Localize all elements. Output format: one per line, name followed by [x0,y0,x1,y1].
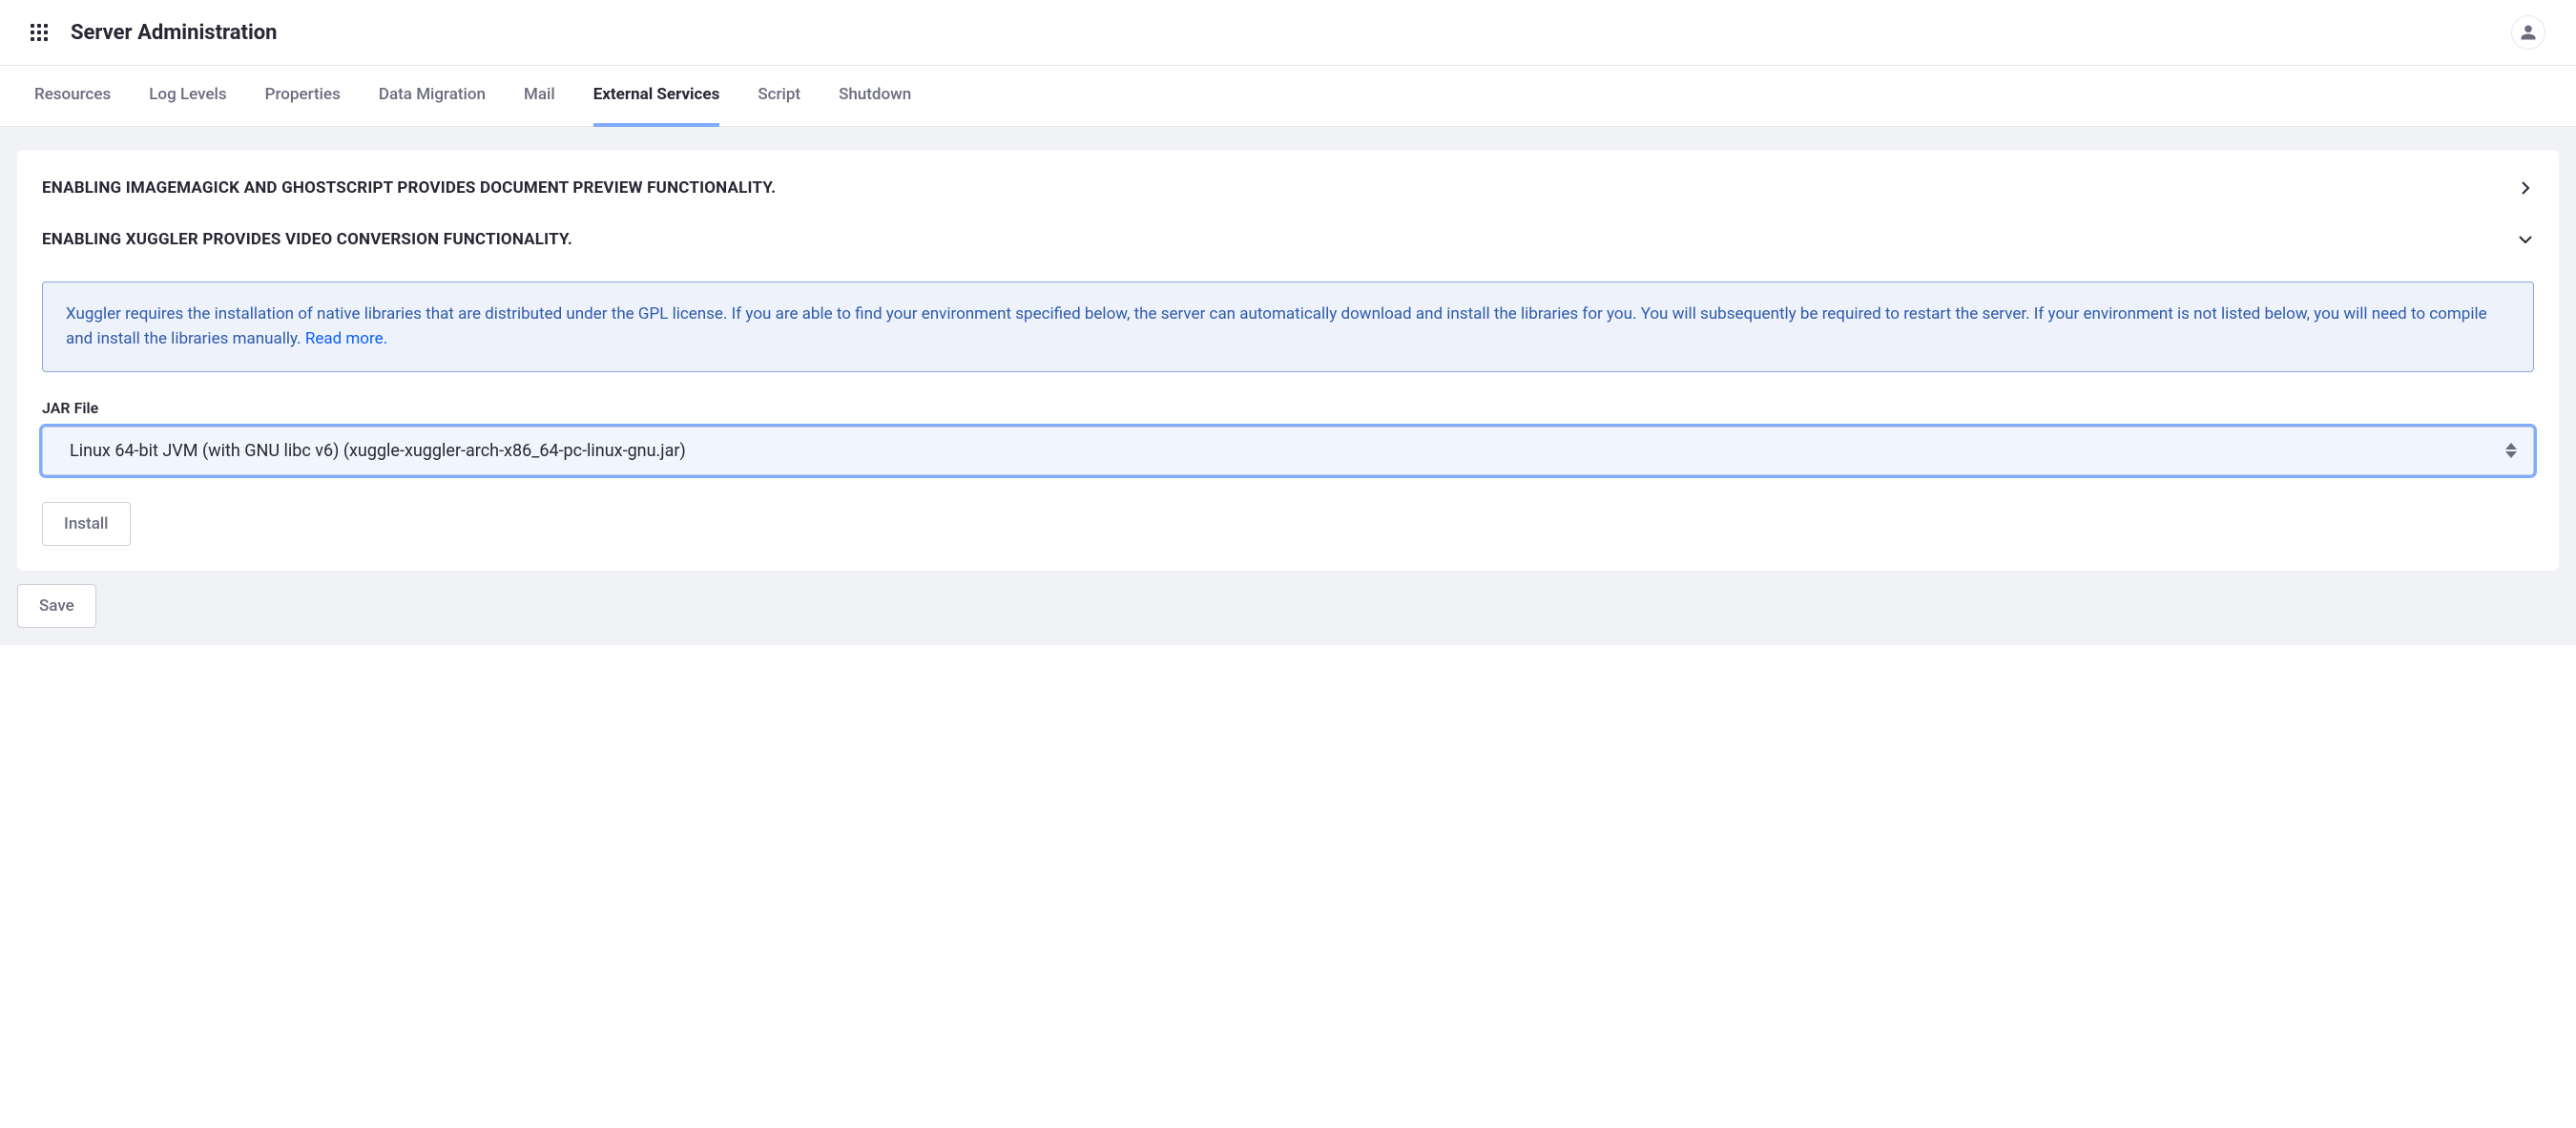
tab-mail[interactable]: Mail [524,66,555,127]
tabs-nav: Resources Log Levels Properties Data Mig… [0,66,2576,127]
chevron-down-icon [2517,231,2534,248]
tab-data-migration[interactable]: Data Migration [379,66,486,127]
accordion-xuggler[interactable]: ENABLING XUGGLER PROVIDES VIDEO CONVERSI… [42,224,2534,255]
tab-script[interactable]: Script [758,66,800,127]
chevron-right-icon [2517,179,2534,197]
jar-file-select[interactable]: Linux 64-bit JVM (with GNU libc v6) (xug… [42,427,2534,475]
accordion-xuggler-title: ENABLING XUGGLER PROVIDES VIDEO CONVERSI… [42,230,572,249]
content-area: ENABLING IMAGEMAGICK AND GHOSTSCRIPT PRO… [0,127,2576,645]
tab-external-services[interactable]: External Services [593,66,720,127]
install-button[interactable]: Install [42,502,131,546]
header-left: Server Administration [31,21,278,45]
apps-grid-icon[interactable] [31,24,48,41]
tab-properties[interactable]: Properties [265,66,341,127]
jar-file-select-wrap: Linux 64-bit JVM (with GNU libc v6) (xug… [42,427,2534,475]
user-icon [2520,24,2537,41]
tab-log-levels[interactable]: Log Levels [149,66,226,127]
xuggler-info-text: Xuggler requires the installation of nat… [66,304,2487,348]
save-button[interactable]: Save [17,584,96,628]
accordion-imagemagick[interactable]: ENABLING IMAGEMAGICK AND GHOSTSCRIPT PRO… [42,173,2534,203]
accordion-imagemagick-title: ENABLING IMAGEMAGICK AND GHOSTSCRIPT PRO… [42,178,776,198]
xuggler-info-alert: Xuggler requires the installation of nat… [42,282,2534,372]
tab-resources[interactable]: Resources [34,66,111,127]
header: Server Administration [0,0,2576,66]
read-more-link[interactable]: Read more. [305,329,387,348]
tab-shutdown[interactable]: Shutdown [839,66,911,127]
avatar[interactable] [2511,15,2545,50]
page-title: Server Administration [71,21,278,45]
jar-file-label: JAR File [42,399,2534,417]
panel-external-services: ENABLING IMAGEMAGICK AND GHOSTSCRIPT PRO… [17,150,2559,571]
